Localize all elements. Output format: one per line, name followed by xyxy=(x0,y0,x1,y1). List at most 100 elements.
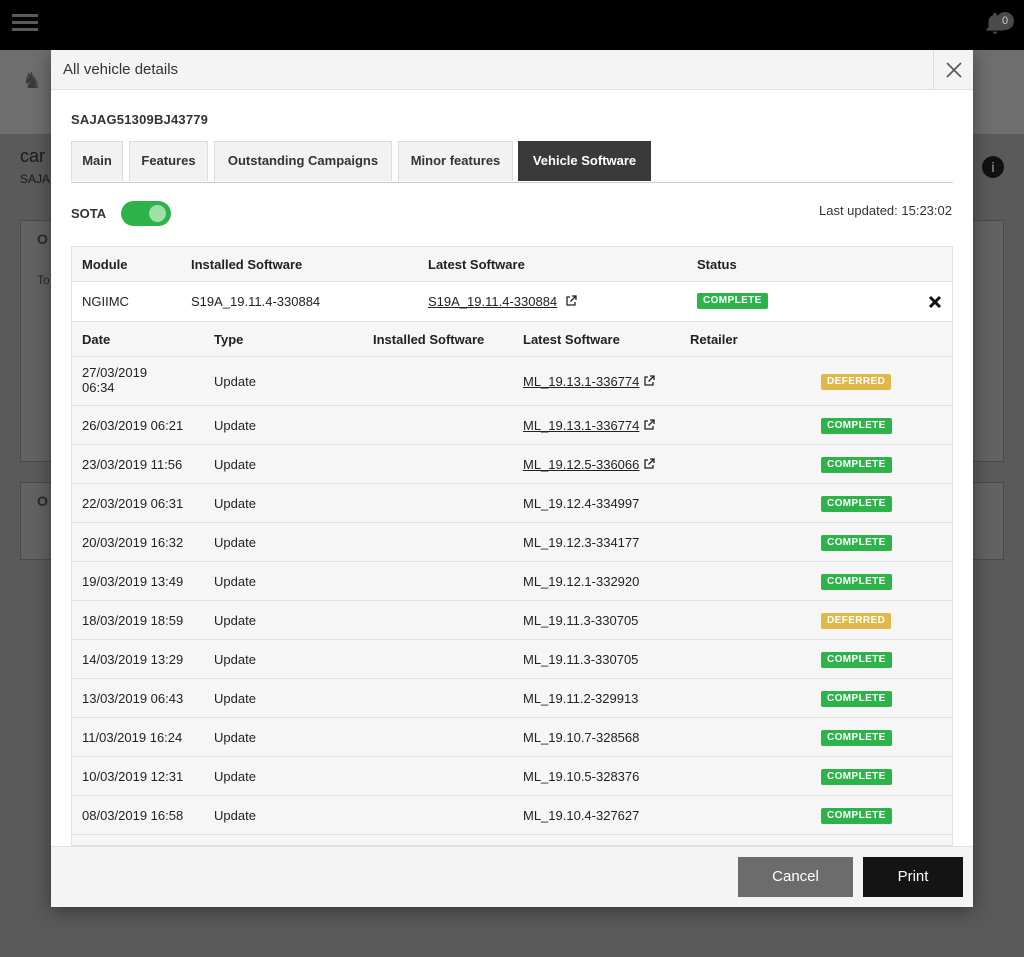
external-link-icon[interactable] xyxy=(643,458,656,470)
history-status-badge: COMPLETE xyxy=(821,808,892,824)
history-latest-software: ML_19.12.3-334177 xyxy=(523,535,640,550)
history-date: 11/03/2019 16:24 xyxy=(82,730,183,745)
tab-vehicle-software[interactable]: Vehicle Software xyxy=(518,141,651,181)
modal-header: All vehicle details xyxy=(51,50,973,90)
toggle-knob xyxy=(149,205,166,222)
history-status-badge: COMPLETE xyxy=(821,574,892,590)
history-date: 19/03/2019 13:49 xyxy=(82,574,184,589)
history-date: 26/03/2019 06:21 xyxy=(82,418,184,433)
history-type: Update xyxy=(214,769,256,784)
history-type: Update xyxy=(214,730,256,745)
close-icon xyxy=(946,62,962,78)
module-latest-software-link[interactable]: S19A_19.11.4-330884 xyxy=(428,294,557,309)
history-status-badge: DEFERRED xyxy=(821,613,892,629)
info-icon[interactable]: i xyxy=(982,156,1004,178)
history-status-badge: COMPLETE xyxy=(821,535,892,551)
modal-footer: Cancel Print xyxy=(51,846,973,907)
top-bar: 0 xyxy=(0,0,1024,50)
background-subtitle: SAJA xyxy=(20,172,51,186)
table-header-row: Module Installed Software Latest Softwar… xyxy=(72,247,952,282)
background-panel-2-label: O xyxy=(37,493,48,509)
history-latest-software: ML_19.10.7-328568 xyxy=(523,730,640,745)
print-button[interactable]: Print xyxy=(863,857,963,897)
background-panel-1-label: O xyxy=(37,231,48,247)
history-latest-software: ML_19.10.5-328376 xyxy=(523,769,640,784)
header-status: Status xyxy=(697,257,737,272)
history-row: COMPLETE xyxy=(72,835,952,845)
header-type: Type xyxy=(214,332,244,347)
history-type: Update xyxy=(214,652,256,667)
hamburger-menu-icon[interactable] xyxy=(12,14,38,34)
history-type: Update xyxy=(214,691,256,706)
history-row: 08/03/2019 16:58 Update ML_19.10.4-327627 C… xyxy=(72,796,952,835)
history-row: 13/03/2019 06:43 Update ML_19.11.2-329913 C… xyxy=(72,679,952,718)
history-row: 10/03/2019 12:31 Update ML_19.10.5-328376 C… xyxy=(72,757,952,796)
history-latest-software-link[interactable]: ML_19.12.5-336066 xyxy=(523,457,639,472)
history-latest-software: ML_19.12.4-334997 xyxy=(523,496,640,511)
history-latest-software-link[interactable]: ML_19.13.1-336774 xyxy=(523,418,639,433)
last-updated: Last updated: 15:23:02 xyxy=(818,203,952,218)
history-status-badge: COMPLETE xyxy=(821,769,892,785)
header-history-installed: Installed Software xyxy=(373,332,485,347)
history-status-badge: COMPLETE xyxy=(821,652,892,668)
history-latest-software-link[interactable]: ML_19.13.1-336774 xyxy=(523,374,639,389)
history-date: 14/03/2019 13:29 xyxy=(82,652,184,667)
history-type: Update xyxy=(214,808,256,823)
history-date: 20/03/2019 16:32 xyxy=(82,535,184,550)
history-row: 22/03/2019 06:31 Update ML_19.12.4-334997 C… xyxy=(72,484,952,523)
module-status-badge: COMPLETE xyxy=(697,293,768,309)
history-status-badge: COMPLETE xyxy=(821,730,892,746)
history-date: 23/03/2019 11:56 xyxy=(82,457,183,472)
history-date: 13/03/2019 06:43 xyxy=(82,691,184,706)
history-type: Update xyxy=(214,457,256,472)
history-status-badge: COMPLETE xyxy=(821,691,892,707)
sota-toggle[interactable] xyxy=(121,201,171,226)
history-date: 10/03/2019 12:31 xyxy=(82,769,184,784)
external-link-icon[interactable] xyxy=(565,295,577,307)
external-link-icon[interactable] xyxy=(643,375,656,387)
history-row: 20/03/2019 16:32 Update ML_19.12.3-334177 C… xyxy=(72,523,952,562)
modal-title: All vehicle details xyxy=(63,61,179,78)
history-row: 19/03/2019 13:49 Update ML_19.12.1-332920 C… xyxy=(72,562,952,601)
history-status-badge: DEFERRED xyxy=(821,374,892,390)
remove-icon[interactable] xyxy=(928,295,942,309)
notification-count-badge: 0 xyxy=(996,12,1014,30)
history-type: Update xyxy=(214,535,256,550)
history-latest-software: ML_19.11.3-330705 xyxy=(523,613,639,628)
history-date: 22/03/2019 06:31 xyxy=(82,496,184,511)
header-latest-software: Latest Software xyxy=(428,257,525,272)
cancel-button[interactable]: Cancel xyxy=(738,857,853,897)
history-latest-software: ML_19.12.1-332920 xyxy=(523,574,640,589)
history-latest-software: ML_19.11.2-329913 xyxy=(523,691,639,706)
history-latest-software: ML_19.10.4-327627 xyxy=(523,808,640,823)
tab-minor-features[interactable]: Minor features xyxy=(398,141,513,181)
history-type: Update xyxy=(214,496,256,511)
background-panel-1-sub: To xyxy=(37,273,50,287)
history-date: 18/03/2019 18:59 xyxy=(82,613,184,628)
tab-features[interactable]: Features xyxy=(129,141,208,181)
tab-outstanding-campaigns[interactable]: Outstanding Campaigns xyxy=(214,141,392,181)
history-latest-software: ML_19.11.3-330705 xyxy=(523,652,639,667)
header-retailer: Retailer xyxy=(690,332,738,347)
history-type: Update xyxy=(214,574,256,589)
vehicle-details-modal: All vehicle details SAJAG51309BJ43779 Ma… xyxy=(51,50,973,907)
history-row: 14/03/2019 13:29 Update ML_19.11.3-330705 C… xyxy=(72,640,952,679)
header-module: Module xyxy=(82,257,128,272)
notifications-bell-icon[interactable]: 0 xyxy=(982,10,1014,38)
brand-logo-icon: ♞ xyxy=(22,68,42,93)
history-header-row: Date Type Installed Software Latest Soft… xyxy=(72,322,952,357)
header-installed-software: Installed Software xyxy=(191,257,303,272)
history-row: 26/03/2019 06:21 Update ML_19.13.1-336774 C… xyxy=(72,406,952,445)
history-row: 23/03/2019 11:56 Update ML_19.12.5-336066 C… xyxy=(72,445,952,484)
background-title: car xyxy=(20,146,46,166)
software-table[interactable]: Module Installed Software Latest Softwar… xyxy=(71,246,953,846)
external-link-icon[interactable] xyxy=(643,419,656,431)
history-status-badge: COMPLETE xyxy=(821,418,892,434)
history-row: 27/03/2019 06:34 Update ML_19.13.1-336774 D… xyxy=(72,357,952,406)
tab-main[interactable]: Main xyxy=(71,141,123,181)
close-button[interactable] xyxy=(933,50,973,90)
history-type: Update xyxy=(214,418,256,433)
module-installed-software: S19A_19.11.4-330884 xyxy=(191,294,321,309)
history-type: Update xyxy=(214,613,256,628)
history-date: 27/03/2019 06:34 xyxy=(82,365,148,395)
